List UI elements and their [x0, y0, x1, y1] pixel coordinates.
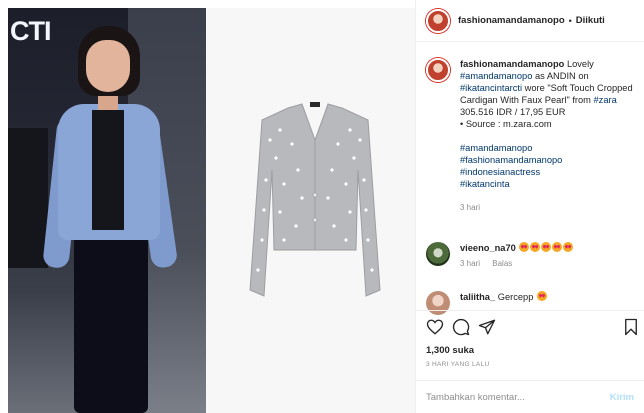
instagram-post-modal: CTI fashionamandamanopo • Diikuti fashio…: [0, 0, 644, 413]
post-timestamp: 3 HARI YANG LALU: [426, 361, 490, 368]
comment-text: Gercepp: [497, 292, 534, 302]
emoji-heart-eyes-icon: [518, 242, 574, 253]
modal-gutter: [0, 0, 8, 413]
caption-source: • Source : m.zara.com: [460, 119, 552, 129]
author-username[interactable]: fashionamandamanopo: [458, 15, 565, 26]
black-pants: [74, 236, 148, 413]
likes-count[interactable]: 1,300 suka: [426, 345, 474, 356]
post-actions-bar: [426, 318, 640, 338]
heart-eyes-emoji-icon: [552, 242, 563, 252]
heart-eyes-emoji-icon: [537, 291, 547, 301]
grey-cardigan-image: [240, 100, 390, 310]
comment-meta: 3 hari Balas: [460, 258, 573, 270]
comment-timestamp: 3 hari: [460, 259, 481, 268]
caption-text-1: Lovely: [564, 59, 594, 69]
post-media[interactable]: CTI: [8, 8, 415, 413]
header-separator: •: [568, 15, 572, 26]
comment-body: vieeno_na70 3 hari Balas: [460, 242, 574, 270]
add-comment-bar: Kirim: [416, 380, 644, 413]
caption-hashtag-1[interactable]: #amandamanopo: [460, 71, 532, 81]
tv-screenshot-photo: CTI: [8, 8, 206, 413]
author-avatar[interactable]: [426, 8, 450, 33]
post-caption: fashionamandamanopo Lovely #amandamanopo…: [426, 58, 638, 214]
heart-eyes-emoji-icon: [563, 242, 574, 252]
heart-eyes-emoji-icon: [530, 242, 541, 252]
comment-body: taliitha_ Gercepp: [460, 291, 547, 315]
post-comment-button[interactable]: Kirim: [610, 392, 634, 403]
caption-price: 305.516 IDR / 17,95 EUR: [460, 107, 566, 117]
actions-divider: [416, 310, 644, 311]
bookmark-icon[interactable]: [622, 318, 640, 336]
caption-username[interactable]: fashionamandamanopo: [460, 59, 564, 69]
background-door: [8, 128, 48, 268]
post-header: fashionamandamanopo • Diikuti: [416, 0, 644, 42]
caption-hashtag[interactable]: #amandamanopo: [460, 142, 636, 154]
comment-input[interactable]: [426, 391, 604, 403]
comment-item: taliitha_ Gercepp: [426, 291, 638, 315]
tv-channel-logo: CTI: [10, 16, 51, 46]
heart-eyes-emoji-icon: [541, 242, 552, 252]
following-status-button[interactable]: Diikuti: [576, 15, 605, 26]
commenter-username[interactable]: taliitha_: [460, 292, 495, 302]
caption-text-2: as ANDIN on: [532, 71, 589, 81]
comment-icon[interactable]: [452, 318, 470, 336]
face: [86, 40, 130, 92]
commenter-username[interactable]: vieeno_na70: [460, 243, 516, 253]
caption-text: fashionamandamanopo Lovely #amandamanopo…: [460, 58, 636, 214]
black-camisole: [92, 110, 124, 230]
commenter-avatar[interactable]: [426, 242, 450, 266]
caption-timestamp: 3 hari: [460, 203, 481, 212]
actress-figure: [42, 18, 179, 413]
caption-avatar[interactable]: [426, 58, 450, 82]
product-photo: [206, 8, 415, 413]
reply-button[interactable]: Balas: [492, 259, 512, 268]
heart-icon[interactable]: [426, 318, 444, 336]
commenter-avatar[interactable]: [426, 291, 450, 315]
comment-item: vieeno_na70 3 hari Balas: [426, 242, 638, 270]
caption-hashtag[interactable]: #indonesianactress: [460, 166, 636, 178]
caption-hashtag[interactable]: #fashionamandamanopo: [460, 154, 636, 166]
caption-hashtag-2[interactable]: #ikatancintarcti: [460, 83, 522, 93]
heart-eyes-emoji-icon: [519, 242, 530, 252]
caption-hashtag[interactable]: #ikatancinta: [460, 178, 636, 190]
share-icon[interactable]: [478, 318, 496, 336]
caption-hashtag-3[interactable]: #zara: [594, 95, 617, 105]
post-side-panel: fashionamandamanopo • Diikuti fashionama…: [416, 0, 644, 413]
